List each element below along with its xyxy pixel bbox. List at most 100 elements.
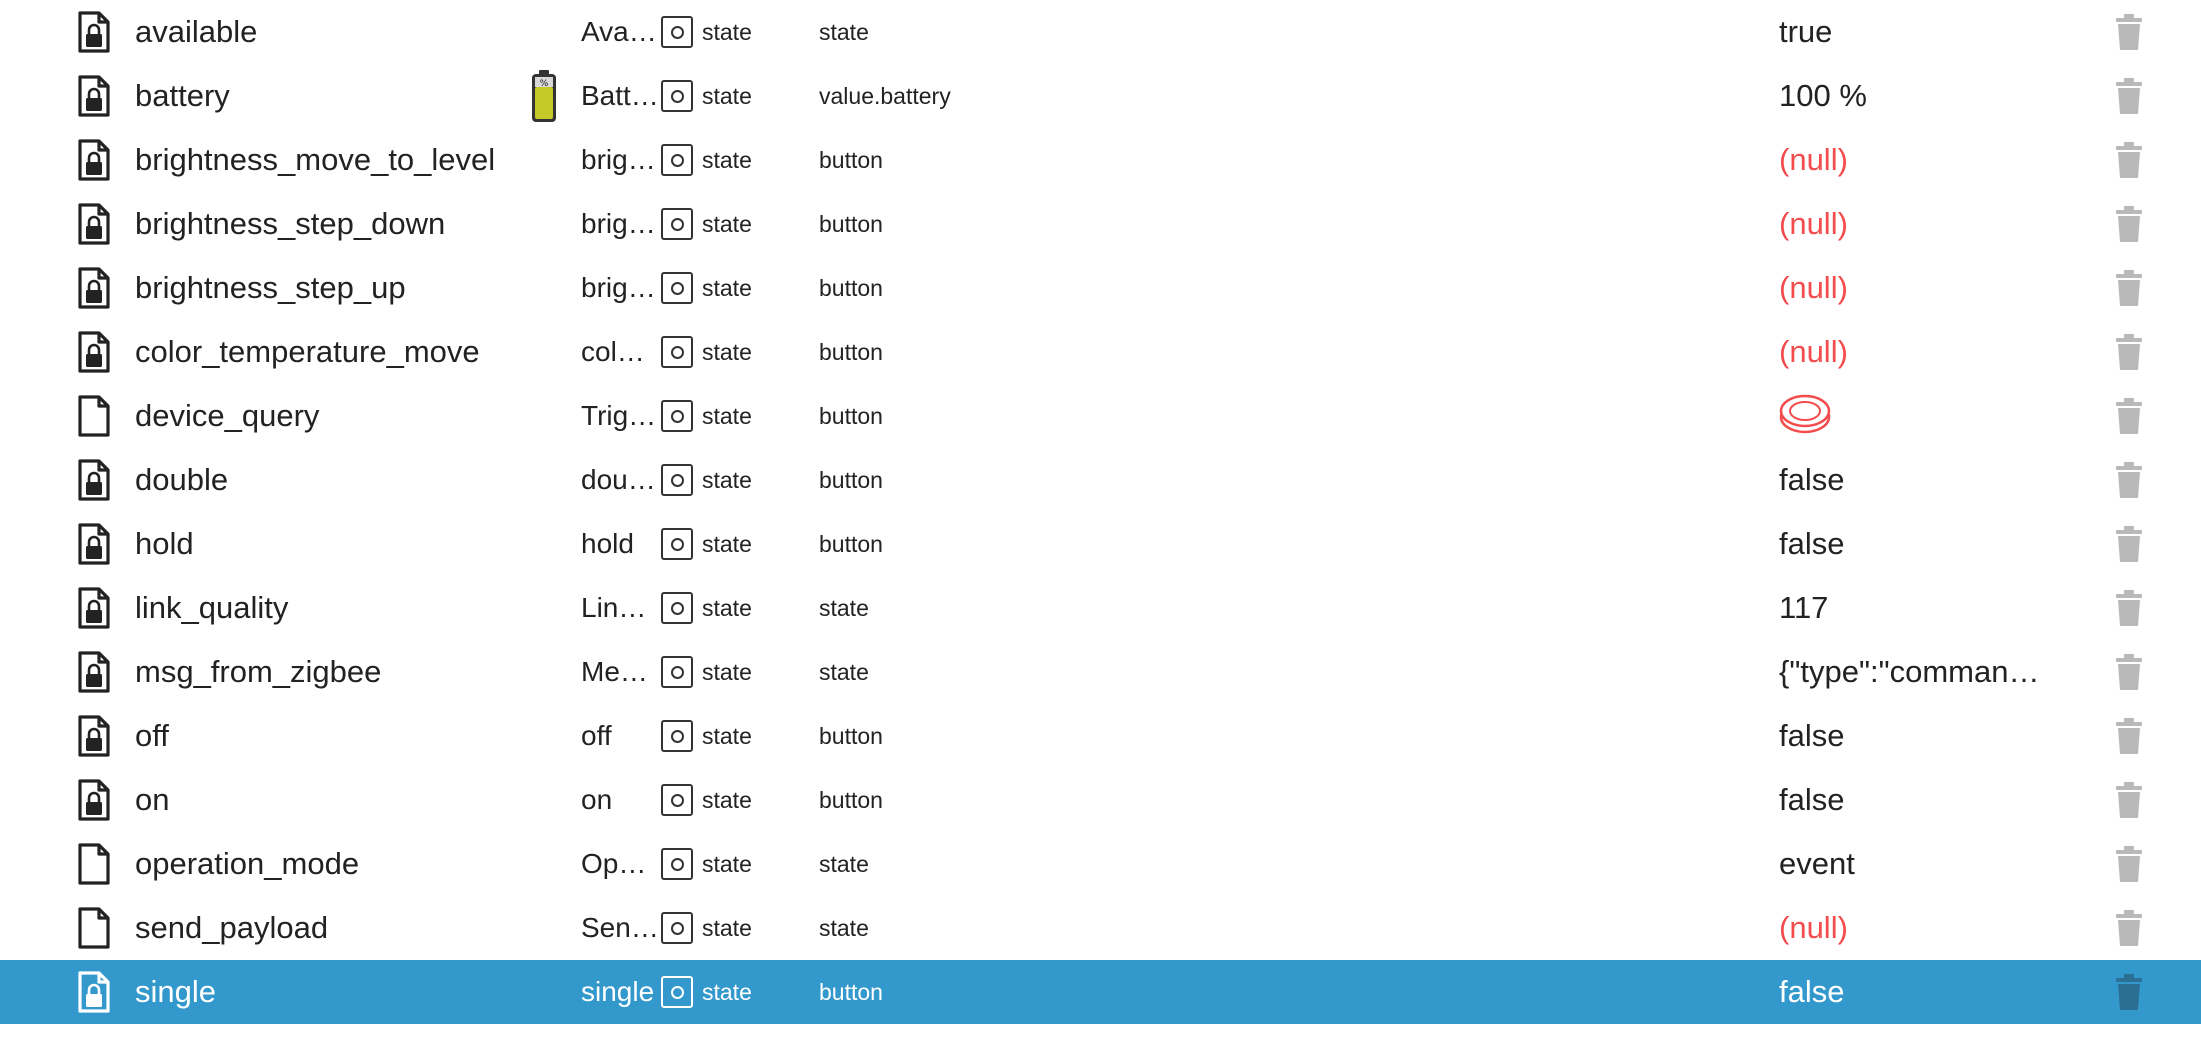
table-row[interactable]: single single state button false xyxy=(0,960,2201,1024)
value-cell[interactable]: (null) xyxy=(1779,256,2059,320)
delete-icon[interactable] xyxy=(2110,960,2148,1024)
role-label: value.battery xyxy=(819,82,951,109)
state-type-icon xyxy=(661,400,693,432)
table-row[interactable]: brightness_step_down brig… state button … xyxy=(0,192,2201,256)
table-row[interactable]: link_quality Lin… state state 117 xyxy=(0,576,2201,640)
value-text: 117 xyxy=(1779,590,1829,625)
value-cell[interactable]: false xyxy=(1779,512,2059,576)
value-cell[interactable]: 100 % xyxy=(1779,64,2059,128)
delete-icon[interactable] xyxy=(2110,640,2148,704)
table-row[interactable]: color_temperature_move col… state button… xyxy=(0,320,2201,384)
type-label: state xyxy=(702,338,752,365)
empty-device-icon xyxy=(524,320,564,384)
object-name[interactable]: link_quality xyxy=(135,576,515,640)
table-row[interactable]: double dou… state button false xyxy=(0,448,2201,512)
value-text: false xyxy=(1779,974,1845,1009)
delete-icon[interactable] xyxy=(2110,384,2148,448)
object-name[interactable]: single xyxy=(135,960,515,1024)
object-description: on xyxy=(581,784,613,815)
value-cell[interactable]: true xyxy=(1779,0,2059,64)
value-text: (null) xyxy=(1779,270,1848,305)
delete-icon[interactable] xyxy=(2110,448,2148,512)
object-name[interactable]: brightness_move_to_level xyxy=(135,128,515,192)
value-cell[interactable]: (null) xyxy=(1779,896,2059,960)
value-text: (null) xyxy=(1779,334,1848,369)
file-icon xyxy=(74,832,114,896)
object-description: hold xyxy=(581,528,634,559)
value-cell[interactable]: false xyxy=(1779,448,2059,512)
value-text: (null) xyxy=(1779,910,1848,945)
file-icon xyxy=(74,384,114,448)
state-type-icon xyxy=(661,464,693,496)
table-row[interactable]: off off state button false xyxy=(0,704,2201,768)
state-type-icon xyxy=(661,656,693,688)
type-label: state xyxy=(702,530,752,557)
locked-file-icon xyxy=(74,768,114,832)
type-cell: state xyxy=(661,768,801,832)
table-row[interactable]: brightness_step_up brig… state button (n… xyxy=(0,256,2201,320)
delete-icon[interactable] xyxy=(2110,512,2148,576)
delete-icon[interactable] xyxy=(2110,128,2148,192)
state-type-icon xyxy=(661,976,693,1008)
value-cell[interactable]: false xyxy=(1779,960,2059,1024)
delete-icon[interactable] xyxy=(2110,704,2148,768)
value-cell[interactable]: (null) xyxy=(1779,128,2059,192)
table-row[interactable]: msg_from_zigbee Me… state state {"type":… xyxy=(0,640,2201,704)
table-row[interactable]: battery % Batt… state value.battery 100 … xyxy=(0,64,2201,128)
delete-icon[interactable] xyxy=(2110,768,2148,832)
delete-icon[interactable] xyxy=(2110,64,2148,128)
value-cell[interactable]: event xyxy=(1779,832,2059,896)
locked-file-icon xyxy=(74,192,114,256)
delete-icon[interactable] xyxy=(2110,320,2148,384)
object-name[interactable]: brightness_step_down xyxy=(135,192,515,256)
delete-icon[interactable] xyxy=(2110,576,2148,640)
role-label: button xyxy=(819,530,883,557)
delete-icon[interactable] xyxy=(2110,832,2148,896)
battery-icon: % xyxy=(524,64,564,128)
object-name[interactable]: hold xyxy=(135,512,515,576)
type-cell: state xyxy=(661,128,801,192)
object-name[interactable]: battery xyxy=(135,64,515,128)
delete-icon[interactable] xyxy=(2110,0,2148,64)
type-cell: state xyxy=(661,384,801,448)
object-name[interactable]: send_payload xyxy=(135,896,515,960)
value-cell[interactable]: {"type":"comman… xyxy=(1779,640,2059,704)
locked-file-icon xyxy=(74,640,114,704)
object-description: single xyxy=(581,976,655,1007)
object-name[interactable]: off xyxy=(135,704,515,768)
state-button-icon[interactable] xyxy=(1779,389,1831,443)
table-row[interactable]: device_query Trig… state button xyxy=(0,384,2201,448)
object-name[interactable]: double xyxy=(135,448,515,512)
delete-icon[interactable] xyxy=(2110,896,2148,960)
object-description: col… xyxy=(581,336,645,367)
delete-icon[interactable] xyxy=(2110,192,2148,256)
table-row[interactable]: hold hold state button false xyxy=(0,512,2201,576)
table-row[interactable]: on on state button false xyxy=(0,768,2201,832)
state-type-icon xyxy=(661,528,693,560)
object-name[interactable]: color_temperature_move xyxy=(135,320,515,384)
object-name[interactable]: device_query xyxy=(135,384,515,448)
value-cell[interactable]: (null) xyxy=(1779,192,2059,256)
role-label: button xyxy=(819,338,883,365)
table-row[interactable]: brightness_move_to_level brig… state but… xyxy=(0,128,2201,192)
value-cell[interactable]: (null) xyxy=(1779,320,2059,384)
value-cell[interactable] xyxy=(1779,384,2059,448)
state-type-icon xyxy=(661,912,693,944)
table-row[interactable]: send_payload Sen… state state (null) xyxy=(0,896,2201,960)
table-row[interactable]: operation_mode Op… state state event xyxy=(0,832,2201,896)
object-name[interactable]: on xyxy=(135,768,515,832)
object-description: brig… xyxy=(581,208,656,239)
value-cell[interactable]: false xyxy=(1779,768,2059,832)
value-cell[interactable]: false xyxy=(1779,704,2059,768)
object-name[interactable]: available xyxy=(135,0,515,64)
delete-icon[interactable] xyxy=(2110,256,2148,320)
object-name[interactable]: operation_mode xyxy=(135,832,515,896)
table-row[interactable]: available Ava… state state true xyxy=(0,0,2201,64)
value-text: {"type":"comman… xyxy=(1779,654,2040,689)
role-label: button xyxy=(819,786,883,813)
value-cell[interactable]: 117 xyxy=(1779,576,2059,640)
locked-file-icon xyxy=(74,0,114,64)
object-name[interactable]: brightness_step_up xyxy=(135,256,515,320)
object-description: Ava… xyxy=(581,16,657,47)
object-name[interactable]: msg_from_zigbee xyxy=(135,640,515,704)
